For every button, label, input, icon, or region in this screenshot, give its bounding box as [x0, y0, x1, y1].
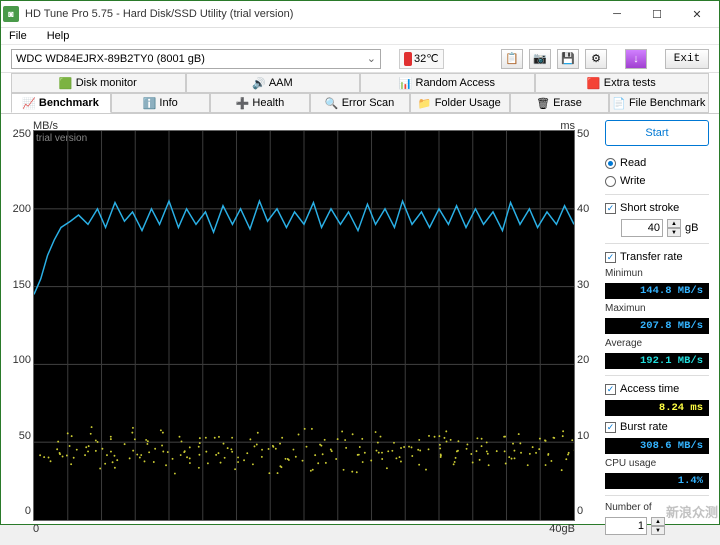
- window-title: HD Tune Pro 5.75 - Hard Disk/SSD Utility…: [25, 8, 597, 20]
- close-button[interactable]: ✕: [677, 1, 717, 27]
- short-stroke-input[interactable]: [621, 219, 663, 237]
- thermometer-icon: [404, 52, 412, 66]
- maximum-value: 207.8 MB/s: [605, 318, 709, 334]
- minimum-label: Minimun: [605, 268, 709, 279]
- burst-rate-check[interactable]: Burst rate: [605, 420, 709, 434]
- save-button[interactable]: 💾: [557, 49, 579, 69]
- tab-info[interactable]: ℹ️Info: [111, 93, 211, 113]
- temperature-display: 32℃: [399, 49, 444, 69]
- x-axis: 0 40gB: [33, 521, 575, 535]
- spin-down[interactable]: ▼: [651, 526, 665, 535]
- temperature-value: 32℃: [414, 52, 439, 65]
- scan-icon: 🔍: [326, 97, 338, 109]
- copy-icon: 📋: [506, 53, 518, 65]
- tab-erase[interactable]: 🗑Erase: [510, 93, 610, 113]
- speaker-icon: 🔊: [253, 77, 265, 89]
- corner-watermark: 新浪众测: [666, 502, 718, 521]
- chart-plot: trial version: [33, 130, 575, 521]
- maximum-label: Maximun: [605, 303, 709, 314]
- save-icon: 💾: [562, 53, 574, 65]
- content-area: 250 200 150 100 50 0 MB/s ms trial versio…: [1, 114, 719, 545]
- gear-icon: ⚙: [590, 53, 602, 65]
- spin-up[interactable]: ▲: [667, 219, 681, 228]
- info-icon: ℹ️: [143, 97, 155, 109]
- tab-extra-tests[interactable]: 🟥Extra tests: [535, 73, 710, 93]
- number-input[interactable]: [605, 517, 647, 535]
- monitor-icon: 🟩: [60, 77, 72, 89]
- checkbox-icon: [605, 252, 616, 263]
- app-icon: ◙: [3, 6, 19, 22]
- side-panel: Start Read Write Short stroke ▲▼ gB Tran…: [605, 120, 709, 535]
- minimize-button[interactable]: ─: [597, 1, 637, 27]
- menu-help[interactable]: Help: [43, 28, 74, 44]
- random-icon: 📊: [400, 77, 412, 89]
- drive-name: WDC WD84EJRX-89B2TY0 (8001 gB): [16, 53, 205, 65]
- write-radio[interactable]: Write: [605, 174, 709, 188]
- menu-file[interactable]: File: [5, 28, 31, 44]
- burst-rate-value: 308.6 MB/s: [605, 438, 709, 454]
- checkbox-icon: [605, 384, 616, 395]
- spin-down[interactable]: ▼: [667, 228, 681, 237]
- exit-button[interactable]: Exit: [665, 49, 709, 69]
- y-axis-right: 50 40 30 20 10 0: [575, 120, 597, 535]
- file-icon: 📄: [613, 97, 625, 109]
- app-window: ◙ HD Tune Pro 5.75 - Hard Disk/SSD Utili…: [0, 0, 720, 525]
- tab-aam[interactable]: 🔊AAM: [186, 73, 361, 93]
- info-button[interactable]: ↓: [625, 49, 647, 69]
- health-icon: ➕: [236, 97, 248, 109]
- access-time-value: 8.24 ms: [605, 400, 709, 416]
- checkbox-icon: [605, 203, 616, 214]
- transfer-rate-check[interactable]: Transfer rate: [605, 250, 709, 264]
- titlebar: ◙ HD Tune Pro 5.75 - Hard Disk/SSD Utili…: [1, 1, 719, 28]
- start-button[interactable]: Start: [605, 120, 709, 146]
- cpu-usage-label: CPU usage: [605, 458, 709, 469]
- arrow-down-icon: ↓: [630, 53, 642, 65]
- short-stroke-check[interactable]: Short stroke: [605, 201, 709, 215]
- tab-container: 🟩Disk monitor 🔊AAM 📊Random Access 🟥Extra…: [1, 73, 719, 114]
- maximize-button[interactable]: ☐: [637, 1, 677, 27]
- menu-bar: File Help: [1, 28, 719, 45]
- tab-folder-usage[interactable]: 📁Folder Usage: [410, 93, 510, 113]
- tab-file-benchmark[interactable]: 📄File Benchmark: [609, 93, 709, 113]
- erase-icon: 🗑: [537, 97, 549, 109]
- checkbox-icon: [605, 422, 616, 433]
- camera-icon: 📷: [534, 53, 546, 65]
- drive-select[interactable]: WDC WD84EJRX-89B2TY0 (8001 gB) ⌄: [11, 49, 381, 69]
- tab-disk-monitor[interactable]: 🟩Disk monitor: [11, 73, 186, 93]
- average-label: Average: [605, 338, 709, 349]
- tab-health[interactable]: ➕Health: [210, 93, 310, 113]
- screenshot-button[interactable]: 📷: [529, 49, 551, 69]
- chart-area: 250 200 150 100 50 0 MB/s ms trial versio…: [11, 120, 597, 535]
- average-value: 192.1 MB/s: [605, 353, 709, 369]
- benchmark-icon: 📈: [23, 97, 35, 109]
- radio-icon: [605, 176, 616, 187]
- tab-error-scan[interactable]: 🔍Error Scan: [310, 93, 410, 113]
- y-axis-left: 250 200 150 100 50 0: [11, 120, 33, 535]
- minimum-value: 144.8 MB/s: [605, 283, 709, 299]
- chevron-down-icon: ⌄: [367, 52, 376, 65]
- read-radio[interactable]: Read: [605, 156, 709, 170]
- tab-benchmark[interactable]: 📈Benchmark: [11, 93, 111, 113]
- y-unit-left: MB/s: [33, 120, 58, 130]
- tests-icon: 🟥: [588, 77, 600, 89]
- tab-random-access[interactable]: 📊Random Access: [360, 73, 535, 93]
- cpu-usage-value: 1.4%: [605, 473, 709, 489]
- y-unit-right: ms: [560, 120, 575, 130]
- toolbar: WDC WD84EJRX-89B2TY0 (8001 gB) ⌄ 32℃ 📋 📷…: [1, 45, 719, 73]
- copy-button[interactable]: 📋: [501, 49, 523, 69]
- options-button[interactable]: ⚙: [585, 49, 607, 69]
- folder-icon: 📁: [419, 97, 431, 109]
- radio-icon: [605, 158, 616, 169]
- access-time-check[interactable]: Access time: [605, 382, 709, 396]
